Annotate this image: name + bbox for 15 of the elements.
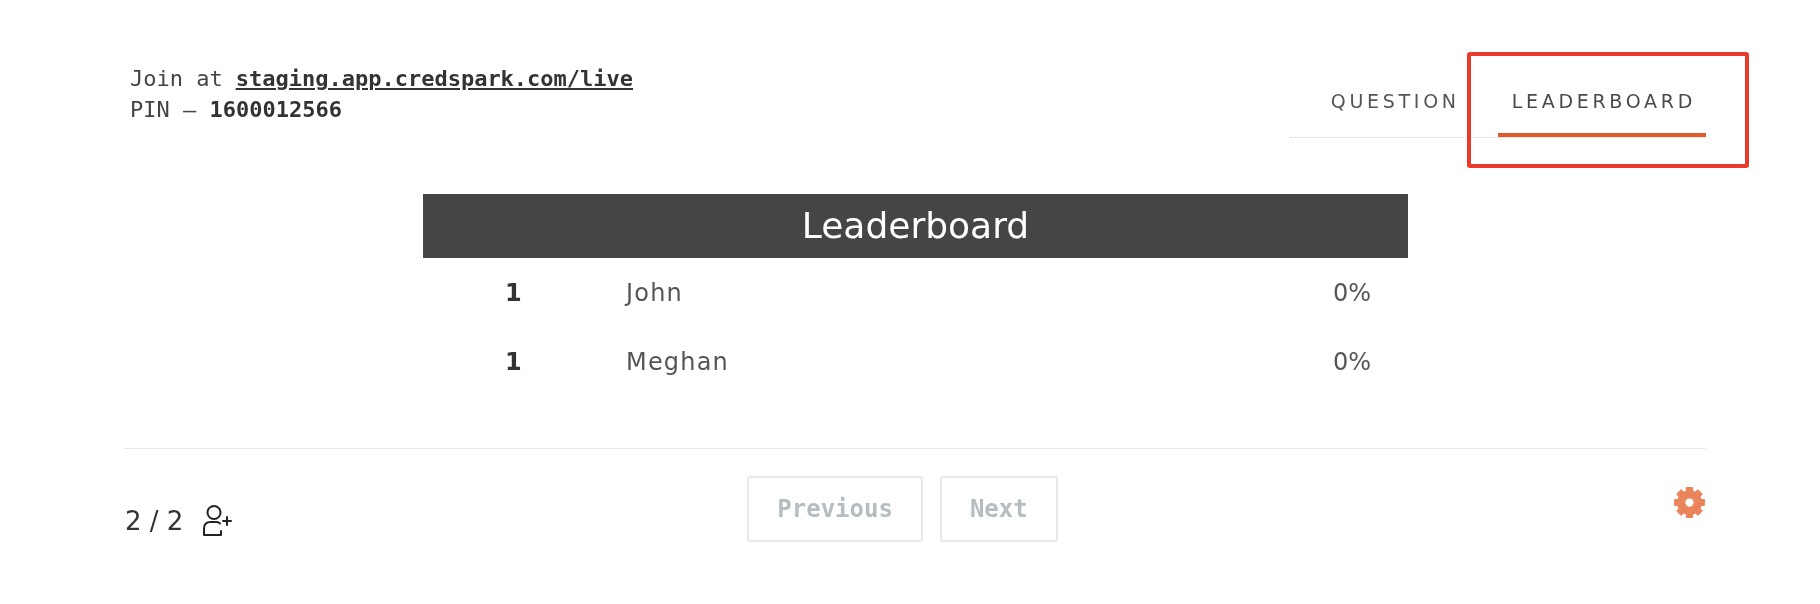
pin-text: PIN – 1600012566	[130, 96, 343, 124]
participant-count: 2 / 2	[125, 505, 184, 536]
participant-name: John	[626, 278, 683, 307]
rank-text: 1	[505, 347, 522, 376]
rank-text: 1	[505, 278, 522, 307]
tab[interactable]: QUESTION	[1316, 63, 1470, 137]
join-link[interactable]: staging.app.credspark.com/live	[235, 63, 634, 94]
participant-name: Meghan	[626, 347, 730, 376]
tab[interactable]: LEADERBOARD	[1497, 63, 1706, 137]
score-text: 0%	[1332, 278, 1371, 307]
score-text: 0%	[1332, 347, 1371, 376]
leaderboard-header: Leaderboard	[423, 194, 1408, 258]
add-person-icon[interactable]	[201, 504, 234, 537]
settings-icon[interactable]	[1673, 486, 1706, 519]
join-label: Join at	[130, 65, 223, 93]
